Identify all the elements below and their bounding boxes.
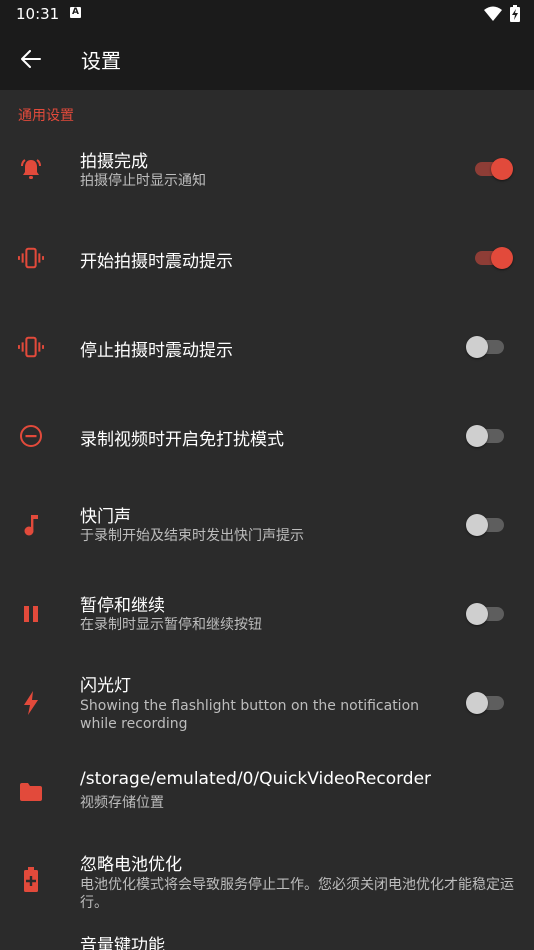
setting-title: 快门声 [80,507,131,527]
toggle-thumb [466,514,488,536]
setting-title: 停止拍摄时震动提示 [80,341,233,361]
setting-title: 忽略电池优化 [80,855,182,875]
shoot-complete-toggle[interactable] [473,157,513,181]
pause-icon [18,601,44,627]
setting-subtitle: 拍摄停止时显示通知 [80,173,206,189]
setting-subtitle: 于录制开始及结束时发出快门声提示 [80,528,304,544]
app-bar: 设置 [0,28,534,90]
arrow-back-icon [21,50,41,68]
setting-title: /storage/emulated/0/QuickVideoRecorder [80,769,432,789]
notification-icon: A [70,7,81,18]
setting-pause-resume[interactable]: 暂停和继续 在录制时显示暂停和继续按钮 [0,586,534,646]
pause-resume-toggle[interactable] [466,602,506,626]
shutter-sound-toggle[interactable] [466,513,506,537]
setting-storage-location[interactable]: /storage/emulated/0/QuickVideoRecorder 视… [0,768,534,828]
setting-title: 暂停和继续 [80,596,165,616]
battery-charging-icon [18,867,44,893]
setting-title: 开始拍摄时震动提示 [80,252,233,272]
toggle-thumb [491,158,513,180]
status-bar: 10:31 A [0,0,534,28]
vibrate-icon [18,245,44,271]
flashlight-toggle[interactable] [466,691,506,715]
music-note-icon [18,512,44,538]
setting-title: 音量键功能 [80,936,165,950]
setting-vibrate-on-stop[interactable]: 停止拍摄时震动提示 [0,319,534,375]
setting-ignore-battery-optimization[interactable]: 忽略电池优化 电池优化模式将会导致服务停止工作。您必须关闭电池优化才能稳定运行。 [0,849,534,919]
battery-icon [510,5,520,26]
setting-title: 录制视频时开启免打扰模式 [80,430,284,450]
setting-title: 拍摄完成 [80,152,148,172]
vibrate-icon [18,334,44,360]
toggle-thumb [466,692,488,714]
toggle-thumb [491,247,513,269]
toggle-thumb [466,425,488,447]
flash-icon [18,690,44,716]
toggle-thumb [466,603,488,625]
setting-subtitle: 在录制时显示暂停和继续按钮 [80,617,262,633]
setting-title: 闪光灯 [80,676,131,696]
do-not-disturb-icon [18,423,44,449]
setting-shutter-sound[interactable]: 快门声 于录制开始及结束时发出快门声提示 [0,497,534,557]
bell-ringing-icon [18,156,44,182]
setting-do-not-disturb[interactable]: 录制视频时开启免打扰模式 [0,408,534,464]
toggle-thumb [466,336,488,358]
status-icons [484,5,520,26]
setting-vibrate-on-start[interactable]: 开始拍摄时震动提示 [0,230,534,286]
back-button[interactable] [16,44,46,74]
page-title: 设置 [81,49,121,73]
section-header-general: 通用设置 [18,108,74,124]
setting-subtitle: 视频存储位置 [80,795,164,811]
setting-subtitle: Showing the flashlight button on the not… [80,698,420,732]
setting-volume-key-function[interactable]: 音量键功能 [0,930,534,950]
vibrate-on-start-toggle[interactable] [473,246,513,270]
status-time: 10:31 [16,5,60,23]
setting-shoot-complete[interactable]: 拍摄完成 拍摄停止时显示通知 [0,142,534,202]
setting-subtitle: 电池优化模式将会导致服务停止工作。您必须关闭电池优化才能稳定运行。 [80,877,514,911]
folder-icon [18,779,44,805]
setting-flashlight[interactable]: 闪光灯 Showing the flashlight button on the… [0,670,534,740]
wifi-icon [484,6,502,25]
do-not-disturb-toggle[interactable] [466,424,506,448]
vibrate-on-stop-toggle[interactable] [466,335,506,359]
